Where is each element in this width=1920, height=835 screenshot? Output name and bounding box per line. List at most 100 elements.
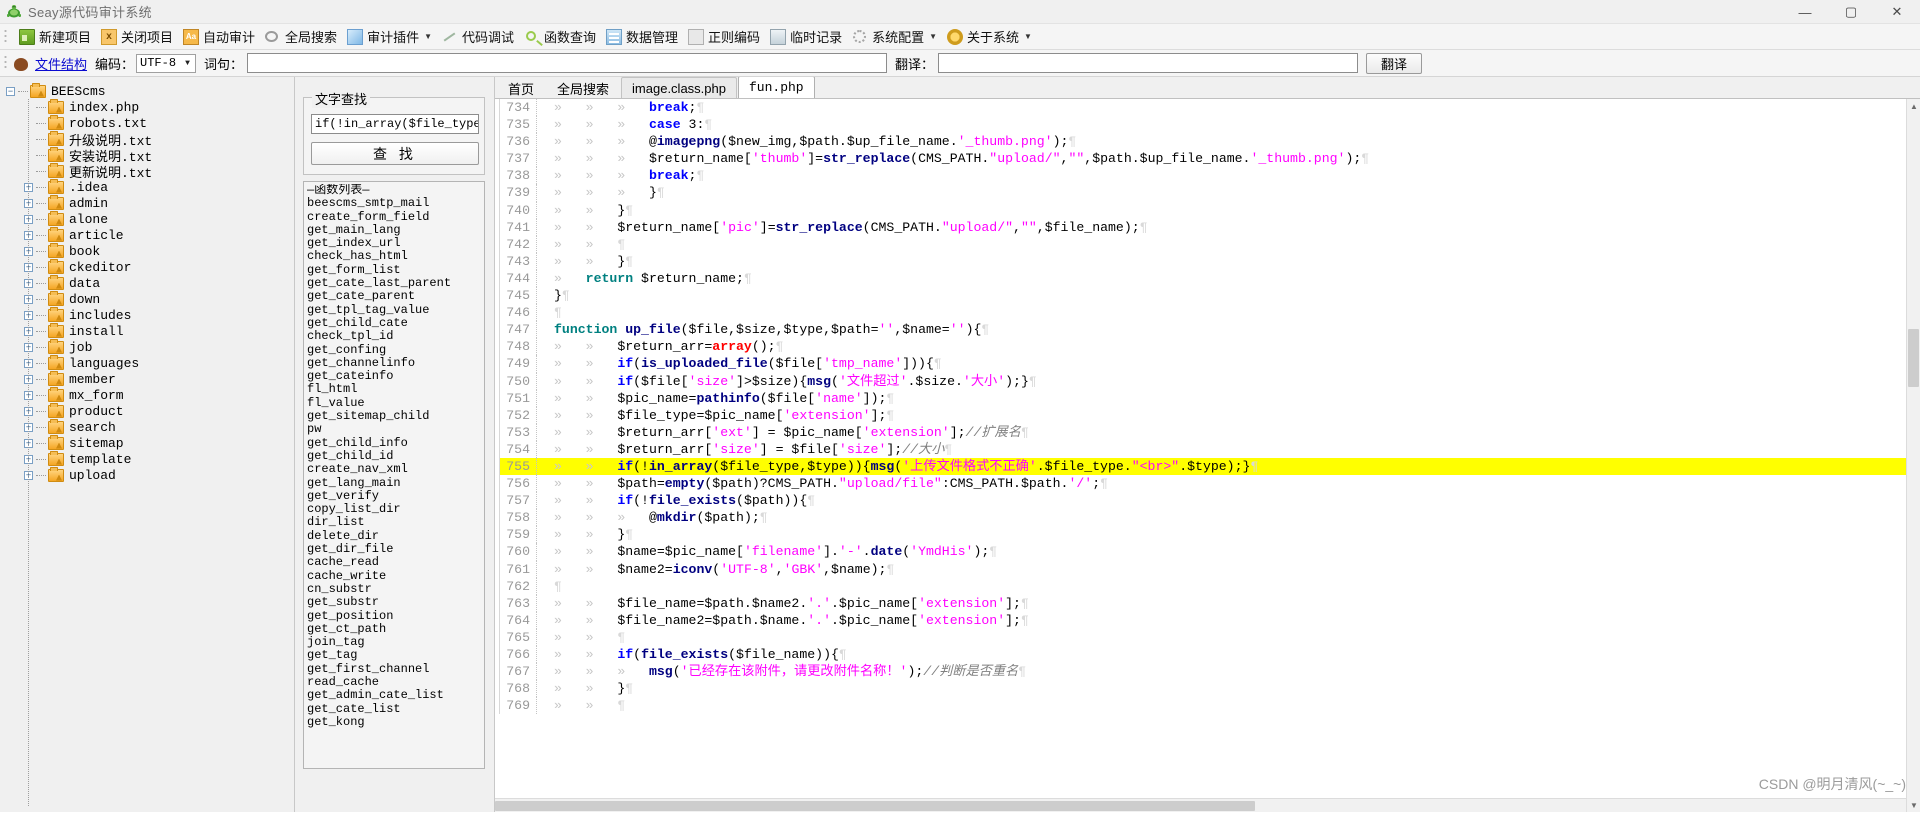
editor-tab[interactable]: 全局搜索: [546, 77, 621, 98]
fold-margin[interactable]: [536, 440, 545, 458]
fold-margin[interactable]: [536, 184, 545, 202]
tree-item[interactable]: 更新说明.txt: [24, 162, 294, 181]
function-list-item[interactable]: delete_dir: [307, 530, 484, 543]
file-structure-link[interactable]: 文件结构: [35, 54, 87, 73]
chevron-down-icon[interactable]: ▼: [929, 32, 937, 41]
scroll-up-icon[interactable]: ▲: [1907, 99, 1920, 113]
fold-margin[interactable]: [536, 680, 545, 698]
fold-margin[interactable]: [536, 560, 545, 578]
function-list-item[interactable]: get_dir_file: [307, 543, 484, 556]
chevron-down-icon[interactable]: ▼: [424, 32, 432, 41]
toolbar-close-project[interactable]: x 关闭项目: [96, 26, 178, 48]
function-list-item[interactable]: get_position: [307, 610, 484, 623]
toolbar-regex-encode[interactable]: 正则编码: [683, 26, 765, 48]
tree-item[interactable]: + includes: [24, 306, 294, 323]
function-list-item[interactable]: check_has_html: [307, 250, 484, 263]
code-line[interactable]: 740 » » }¶: [495, 201, 1920, 219]
function-list-item[interactable]: get_cateinfo: [307, 370, 484, 383]
code-line[interactable]: 742 » » ¶: [495, 235, 1920, 253]
code-line[interactable]: 746 ¶: [495, 304, 1920, 322]
toolbar-new-project[interactable]: 新建项目: [14, 26, 96, 48]
minimize-button[interactable]: —: [1782, 0, 1828, 24]
fold-margin[interactable]: [536, 355, 545, 373]
function-list-item[interactable]: get_channelinfo: [307, 357, 484, 370]
function-list-item[interactable]: get_sitemap_child: [307, 410, 484, 423]
tree-item[interactable]: 安装说明.txt: [24, 146, 294, 165]
fold-margin[interactable]: [536, 116, 545, 134]
function-list-item[interactable]: get_form_list: [307, 264, 484, 277]
fold-margin[interactable]: [536, 389, 545, 407]
function-list-item[interactable]: get_verify: [307, 490, 484, 503]
code-line[interactable]: 734 » » » break;¶: [495, 99, 1920, 117]
fold-margin[interactable]: [536, 235, 545, 253]
tree-item[interactable]: index.php: [24, 98, 294, 115]
code-line[interactable]: 736 » » » @imagepng($new_img,$path.$up_fi…: [495, 133, 1920, 151]
editor-horizontal-scrollbar[interactable]: [495, 798, 1906, 812]
code-line[interactable]: 755 » » if(!in_array($file_type,$type)){m…: [495, 457, 1920, 476]
code-area[interactable]: 734 » » » break;¶ 735 » » » case 3:¶ 736 » » …: [495, 99, 1920, 812]
code-line[interactable]: 757 » » if(!file_exists($path)){¶: [495, 492, 1920, 510]
function-list-item[interactable]: check_tpl_id: [307, 330, 484, 343]
fold-margin[interactable]: [536, 526, 545, 544]
code-line[interactable]: 744 » return $return_name;¶: [495, 269, 1920, 288]
code-line[interactable]: 752 » » $file_type=$pic_name['extension']…: [495, 406, 1920, 424]
find-button[interactable]: 查 找: [311, 142, 479, 165]
toolbar-audit-plugin[interactable]: 审计插件 ▼: [342, 26, 437, 48]
tree-item[interactable]: + down: [24, 290, 294, 307]
code-line[interactable]: 747 function up_file($file,$size,$type,$p…: [495, 321, 1920, 339]
code-line[interactable]: 743 » » }¶: [495, 252, 1920, 270]
function-list-item[interactable]: cache_write: [307, 570, 484, 583]
tree-item[interactable]: + product: [24, 402, 294, 419]
tree-item[interactable]: + admin: [24, 194, 294, 211]
code-line[interactable]: 758 » » » @mkdir($path);¶: [495, 509, 1920, 527]
fold-margin[interactable]: [536, 406, 545, 424]
code-line[interactable]: 745}¶: [495, 287, 1920, 305]
toolbar-grip[interactable]: [4, 28, 10, 45]
function-list-item[interactable]: cache_read: [307, 556, 484, 569]
toolbar-function-query[interactable]: 函数查询: [519, 26, 601, 48]
function-list-item[interactable]: get_ct_path: [307, 623, 484, 636]
code-line[interactable]: 767 » » » msg('已经存在该附件，请更改附件名称！');//判断是否重…: [495, 663, 1920, 681]
fold-margin[interactable]: [536, 697, 545, 715]
editor-tab[interactable]: image.class.php: [621, 77, 737, 98]
scroll-down-icon[interactable]: ▼: [1907, 798, 1920, 812]
fold-margin[interactable]: [536, 492, 545, 510]
code-line[interactable]: 735 » » » case 3:¶: [495, 116, 1920, 134]
code-line[interactable]: 739 » » » }¶: [495, 184, 1920, 202]
fold-margin[interactable]: [536, 321, 545, 339]
toolbar-auto-audit[interactable]: Aa 自动审计: [178, 26, 260, 48]
fold-margin[interactable]: [536, 628, 545, 646]
code-line[interactable]: 738 » » » break;¶: [495, 167, 1920, 185]
fold-margin[interactable]: [536, 594, 545, 612]
editor-tabstrip[interactable]: 首页 全局搜索 image.class.php fun.php: [495, 77, 1920, 99]
tree-item[interactable]: + sitemap: [24, 434, 294, 451]
toolbar-data-manage[interactable]: 数据管理: [601, 26, 683, 48]
function-list-item[interactable]: get_cate_last_parent: [307, 277, 484, 290]
fold-margin[interactable]: [536, 287, 545, 305]
tree-item[interactable]: + upload: [24, 466, 294, 483]
tree-item[interactable]: + book: [24, 242, 294, 259]
fold-margin[interactable]: [536, 509, 545, 527]
code-line[interactable]: 754 » » $return_arr['size'] = $file['size…: [495, 440, 1920, 458]
code-line[interactable]: 768 » » }¶: [495, 680, 1920, 698]
code-line[interactable]: 759 » » }¶: [495, 526, 1920, 544]
code-line[interactable]: 753 » » $return_arr['ext'] = $pic_name['e…: [495, 423, 1920, 441]
fold-margin[interactable]: [536, 457, 545, 476]
encoding-select[interactable]: UTF-8 ▼: [136, 53, 197, 73]
function-list-item[interactable]: get_lang_main: [307, 477, 484, 490]
toolbar-system-config[interactable]: 系统配置 ▼: [847, 26, 942, 48]
editor-vertical-scrollbar[interactable]: ▲ ▼: [1906, 99, 1920, 812]
code-line[interactable]: 760 » » $name=$pic_name['filename'].'-'.d…: [495, 543, 1920, 561]
code-line[interactable]: 751 » » $pic_name=pathinfo($file['name'])…: [495, 389, 1920, 407]
function-list-item[interactable]: beescms_smtp_mail: [307, 197, 484, 210]
function-list-item[interactable]: get_confing: [307, 344, 484, 357]
code-line[interactable]: 769 » » ¶: [495, 697, 1920, 715]
fold-margin[interactable]: [536, 423, 545, 441]
tree-item[interactable]: + template: [24, 450, 294, 467]
tree-item[interactable]: + job: [24, 338, 294, 355]
code-line[interactable]: 765 » » ¶: [495, 628, 1920, 646]
function-list-item[interactable]: get_tag: [307, 649, 484, 662]
toolbar-code-debug[interactable]: 代码调试: [437, 26, 519, 48]
toolbar-global-search[interactable]: 全局搜索: [260, 26, 342, 48]
fold-margin[interactable]: [536, 269, 545, 288]
